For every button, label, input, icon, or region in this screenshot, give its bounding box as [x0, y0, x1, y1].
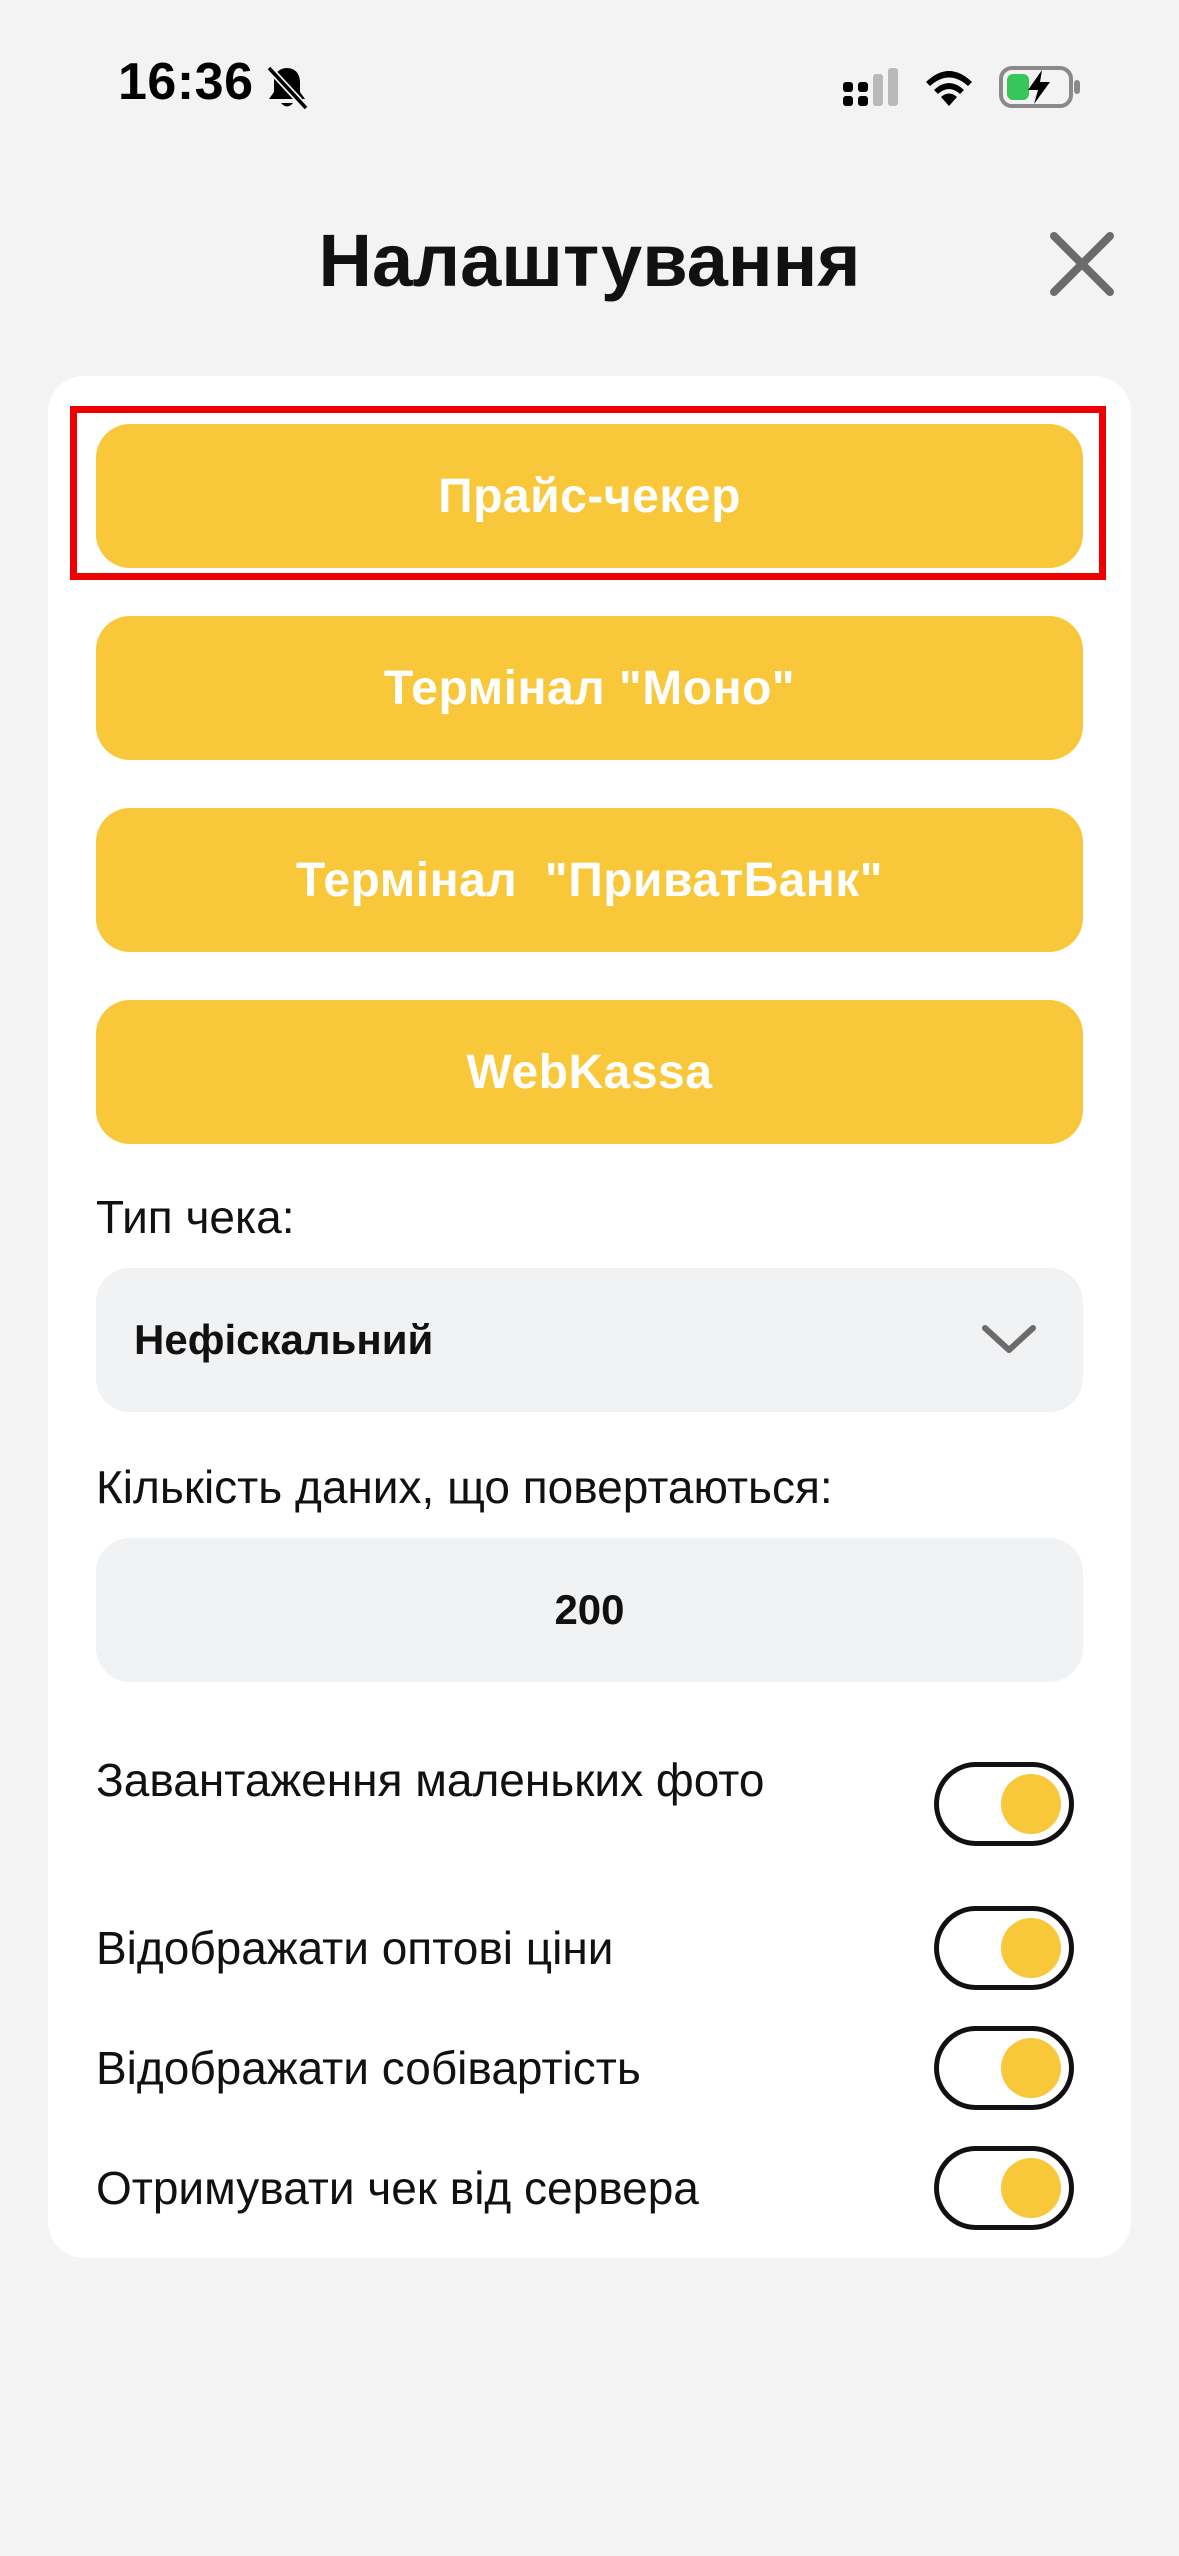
toggle-knob: [1001, 2038, 1061, 2098]
status-time: 16:36: [118, 53, 254, 111]
receipt-type-label: Тип чека:: [96, 1191, 295, 1243]
terminal-privatbank-button[interactable]: Термінал "ПриватБанк": [96, 808, 1083, 952]
receipt-type-value: Нефіскальний: [134, 1316, 434, 1363]
terminal-mono-button[interactable]: Термінал "Моно": [96, 616, 1083, 760]
toggle-cost-price[interactable]: [934, 2026, 1074, 2110]
wifi-icon: [926, 71, 972, 106]
chevron-down-icon: [982, 1325, 1036, 1353]
toggle-label-cost-price: Відображати собівартість: [96, 2042, 641, 2094]
webkassa-button[interactable]: WebKassa: [96, 1000, 1083, 1144]
toggle-wholesale-prices[interactable]: [934, 1906, 1074, 1990]
toggle-knob: [1001, 2158, 1061, 2218]
page-title: Налаштування: [318, 219, 861, 302]
toggle-label-server-receipt: Отримувати чек від сервера: [96, 2162, 699, 2214]
cellular-signal-icon: [843, 68, 898, 106]
toggle-label-small-photos: Завантаження маленьких фото: [96, 1754, 765, 1806]
data-count-label: Кількість даних, що повертаються:: [96, 1461, 833, 1513]
bell-muted-icon: [266, 65, 309, 111]
close-icon[interactable]: [1048, 230, 1116, 298]
data-count-input[interactable]: 200: [96, 1538, 1083, 1682]
status-bar: 16:36: [0, 0, 1179, 170]
toggle-server-receipt[interactable]: [934, 2146, 1074, 2230]
toggle-knob: [1001, 1918, 1061, 1978]
toggle-knob: [1001, 1774, 1061, 1834]
toggle-small-photos[interactable]: [934, 1762, 1074, 1846]
toggle-label-wholesale-prices: Відображати оптові ціни: [96, 1922, 614, 1974]
battery-charging-icon: [999, 66, 1080, 108]
receipt-type-select[interactable]: Нефіскальний: [96, 1268, 1083, 1412]
price-checker-button[interactable]: Прайс-чекер: [96, 424, 1083, 568]
